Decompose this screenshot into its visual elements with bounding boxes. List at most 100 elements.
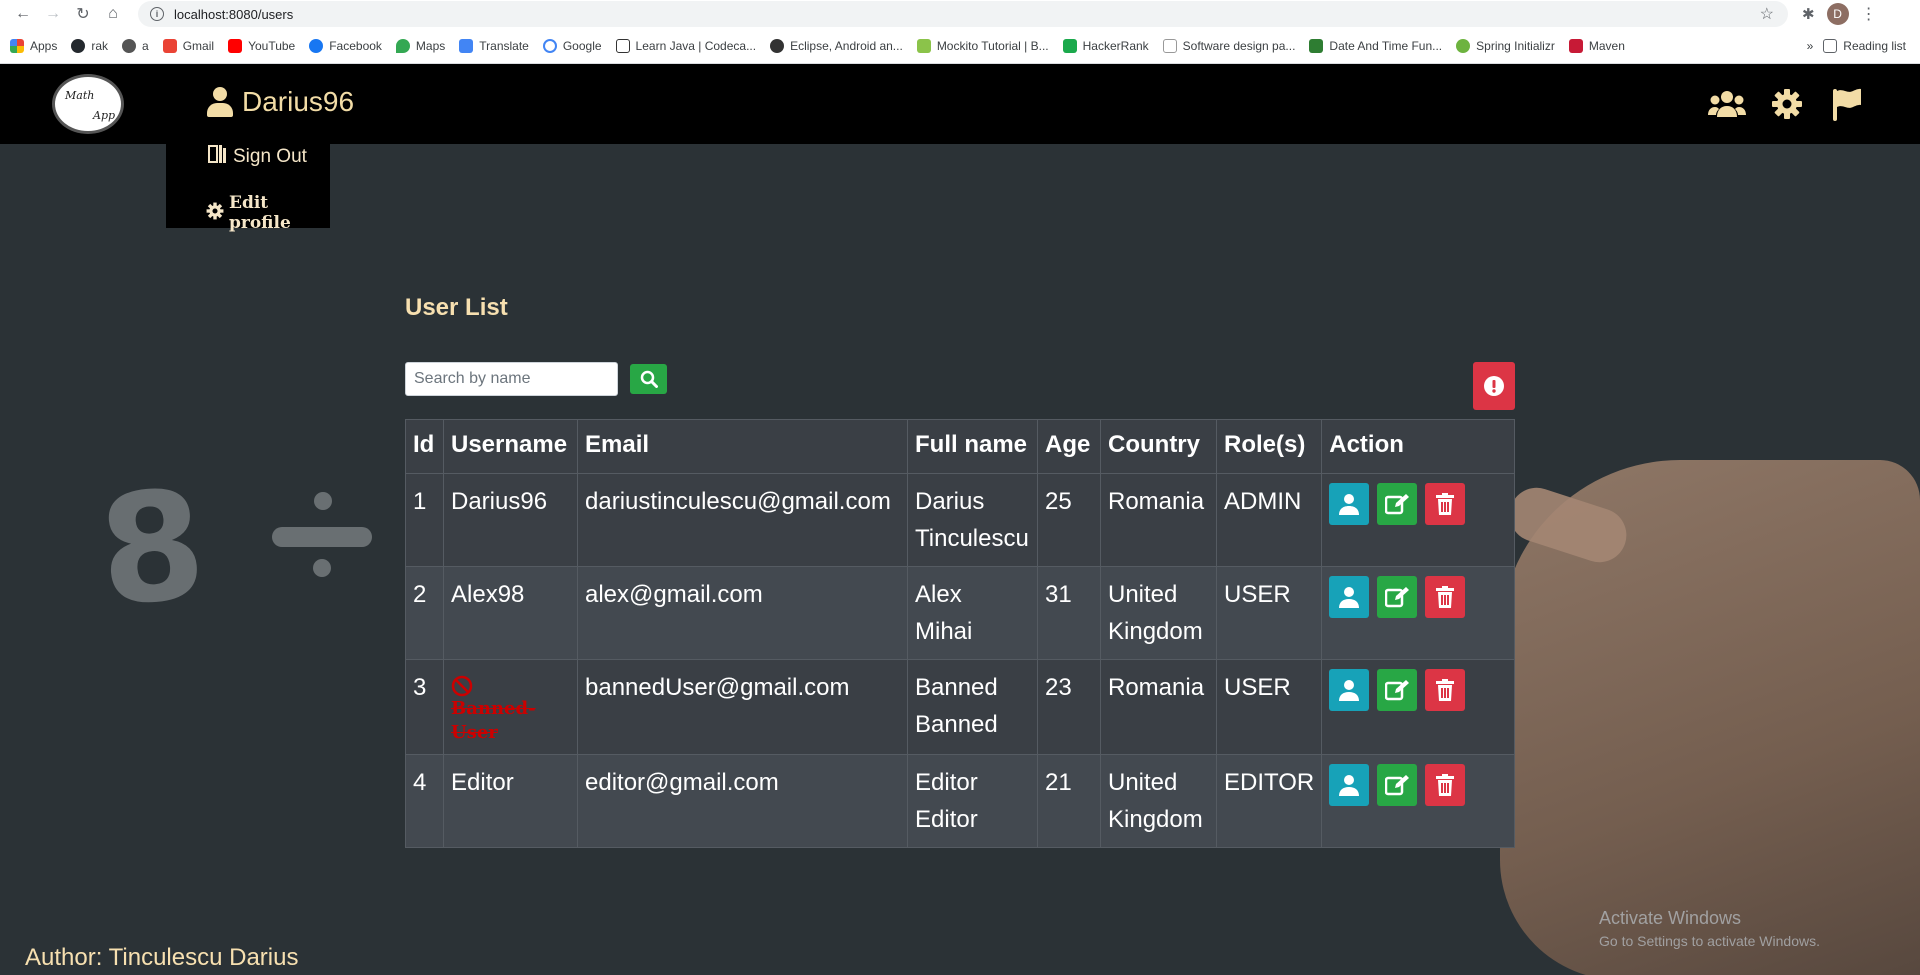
delete-user-button[interactable] [1425, 764, 1466, 806]
cog-icon [206, 202, 224, 225]
banned-username-line1: Banned- [451, 698, 536, 719]
bookmark-youtube[interactable]: YouTube [228, 38, 295, 53]
bookmark-label: Spring Initializr [1476, 38, 1555, 53]
cell-id: 2 [405, 566, 444, 660]
edit-user-button[interactable] [1377, 764, 1418, 806]
delete-user-button[interactable] [1425, 576, 1466, 618]
cell-full-name: Editor Editor [907, 754, 1038, 848]
flag-icon[interactable] [1828, 86, 1866, 122]
bookmark-rak[interactable]: rak [71, 38, 109, 53]
cell-email: dariustinculescu@gmail.com [577, 473, 908, 567]
profile-avatar[interactable]: D [1826, 3, 1849, 25]
reload-icon[interactable]: ↻ [68, 1, 98, 27]
alert-button[interactable] [1473, 362, 1515, 410]
delete-user-button[interactable] [1425, 483, 1466, 525]
cell-full-name: Banned Banned [907, 659, 1038, 755]
bookmark-codecademy[interactable]: Learn Java | Codeca... [615, 38, 756, 53]
view-user-button[interactable] [1329, 483, 1370, 525]
cell-country: United Kingdom [1100, 566, 1217, 660]
bookmark-label: Facebook [329, 38, 382, 53]
search-button[interactable] [630, 364, 667, 394]
user-menu-toggle[interactable]: Darius96 [206, 86, 354, 118]
bookmark-date-time[interactable]: Date And Time Fun... [1309, 38, 1442, 53]
user-icon [1339, 587, 1360, 608]
home-icon[interactable]: ⌂ [98, 1, 128, 27]
cell-country: Romania [1100, 659, 1217, 755]
last-name: Banned [915, 711, 998, 738]
bookmark-apps[interactable]: Apps [10, 38, 57, 53]
mockito-icon [916, 38, 931, 53]
edit-user-button[interactable] [1377, 576, 1418, 618]
cell-role: USER [1215, 566, 1323, 660]
cell-username: Editor [443, 754, 578, 848]
logo-text-line1: Math [65, 89, 95, 102]
bookmark-software-design[interactable]: Software design pa... [1162, 38, 1295, 53]
chalk-digit-eight: 8 [92, 457, 212, 641]
bookmark-spring[interactable]: Spring Initializr [1456, 38, 1555, 53]
banned-username-line2: User [451, 722, 498, 743]
column-header: Email [577, 419, 908, 474]
cell-full-name: Alex Mihai [907, 566, 1038, 660]
bookmark-mockito[interactable]: Mockito Tutorial | B... [916, 38, 1049, 53]
cell-country: Romania [1100, 473, 1217, 567]
column-header: Role(s) [1215, 419, 1323, 474]
extensions-icon[interactable]: ✱ [1802, 5, 1815, 23]
view-user-button[interactable] [1329, 576, 1370, 618]
bookmark-gmail[interactable]: Gmail [162, 38, 214, 53]
bookmark-label: Maps [415, 38, 446, 53]
table-header-row: Id Username Email Full name Age Country … [405, 419, 1515, 474]
bookmark-facebook[interactable]: Facebook [309, 38, 382, 53]
edit-profile-link[interactable]: Edit profile [206, 193, 330, 233]
view-user-button[interactable] [1329, 764, 1370, 806]
back-arrow-icon[interactable]: ← [8, 1, 38, 27]
browser-toolbar: ← → ↻ ⌂ i localhost:8080/users ☆ ✱ D ⋮ [0, 0, 1920, 28]
column-header: Age [1037, 419, 1101, 474]
bookmark-label: a [142, 38, 149, 53]
edit-user-button[interactable] [1377, 483, 1418, 525]
country-line1: Romania [1108, 488, 1205, 515]
bookmark-translate[interactable]: Translate [459, 38, 529, 53]
country-line1: United [1108, 581, 1178, 608]
bookmark-label: Google [562, 38, 602, 53]
app-logo[interactable]: Math App [52, 74, 124, 134]
user-dropdown-menu: Sign Out Edit profile [166, 144, 330, 233]
search-input[interactable] [405, 362, 618, 396]
site-info-icon[interactable]: i [150, 7, 164, 21]
first-name: Alex [915, 581, 962, 608]
menu-dots-icon[interactable]: ⋮ [1861, 4, 1877, 24]
eclipse-icon [770, 38, 785, 53]
forward-arrow-icon[interactable]: → [38, 1, 68, 27]
windows-activation-watermark: Activate Windows Go to Settings to activ… [1599, 908, 1820, 949]
cell-email: alex@gmail.com [577, 566, 908, 660]
users-icon[interactable] [1708, 86, 1746, 122]
edit-user-button[interactable] [1377, 669, 1418, 711]
chalk-divide-bar [272, 527, 372, 547]
reading-list-button[interactable]: Reading list [1823, 38, 1906, 53]
users-table: Id Username Email Full name Age Country … [405, 419, 1515, 848]
bookmark-google[interactable]: Google [542, 38, 602, 53]
bookmark-label: Maven [1588, 38, 1625, 53]
trash-icon [1436, 586, 1455, 608]
cell-id: 3 [405, 659, 444, 755]
address-bar[interactable]: i localhost:8080/users ☆ [138, 1, 1788, 27]
sign-out-link[interactable]: Sign Out [206, 144, 307, 170]
bookmark-a[interactable]: a [122, 38, 149, 53]
bookmarks-more-button[interactable]: » [1807, 39, 1814, 53]
gear-icon[interactable] [1768, 86, 1806, 122]
bookmark-maps[interactable]: Maps [395, 38, 446, 53]
bookmark-maven[interactable]: Maven [1568, 38, 1625, 53]
bookmark-hackerrank[interactable]: HackerRank [1062, 38, 1149, 53]
sign-out-icon [206, 144, 228, 170]
cell-full-name: Darius Tinculescu [907, 473, 1038, 567]
star-icon[interactable]: ☆ [1760, 4, 1774, 24]
delete-user-button[interactable] [1425, 669, 1466, 711]
bookmark-label: rak [91, 38, 109, 53]
cell-age: 25 [1037, 473, 1101, 567]
trash-icon [1436, 493, 1455, 515]
column-header: Country [1100, 419, 1217, 474]
translate-icon [459, 38, 474, 53]
view-user-button[interactable] [1329, 669, 1370, 711]
column-header: Id [405, 419, 444, 474]
bookmark-eclipse[interactable]: Eclipse, Android an... [770, 38, 903, 53]
ban-icon [451, 675, 473, 697]
